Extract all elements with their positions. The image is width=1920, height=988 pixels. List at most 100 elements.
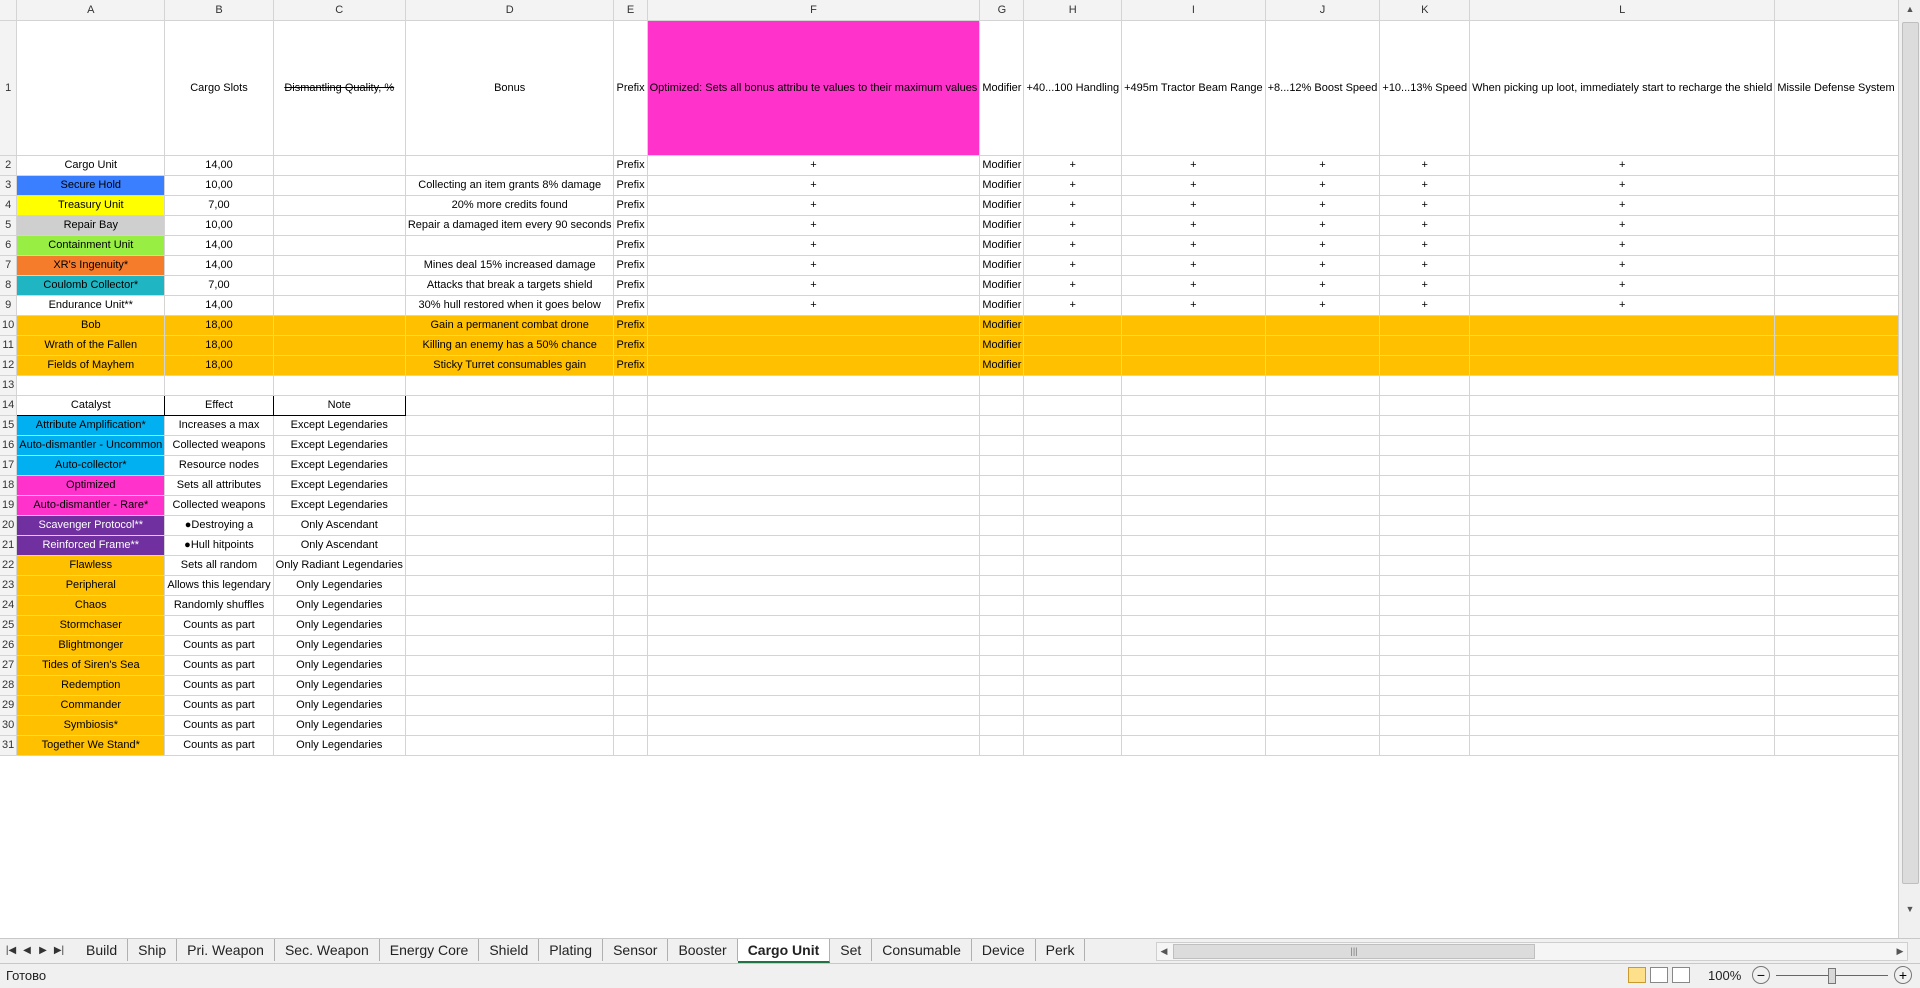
empty-cell[interactable] bbox=[1469, 675, 1776, 696]
empty-cell[interactable] bbox=[1121, 435, 1266, 456]
sheet-tab[interactable]: Set bbox=[830, 939, 873, 961]
empty-cell[interactable] bbox=[1469, 635, 1776, 656]
empty-cell[interactable] bbox=[1469, 515, 1776, 536]
empty-cell[interactable] bbox=[1121, 515, 1266, 536]
empty-cell[interactable] bbox=[1469, 495, 1776, 516]
empty-cell[interactable] bbox=[647, 555, 981, 576]
empty-cell[interactable] bbox=[1379, 575, 1471, 596]
column-header[interactable]: I bbox=[1121, 0, 1266, 21]
empty-cell[interactable] bbox=[647, 655, 981, 676]
empty-cell[interactable] bbox=[979, 595, 1025, 616]
vertical-scroll-thumb[interactable] bbox=[1902, 22, 1919, 884]
empty-cell[interactable] bbox=[1774, 375, 1898, 396]
empty-cell[interactable] bbox=[613, 515, 648, 536]
empty-cell[interactable] bbox=[613, 675, 648, 696]
empty-cell[interactable] bbox=[613, 415, 648, 436]
empty-cell[interactable] bbox=[1121, 735, 1266, 756]
empty-cell[interactable] bbox=[1265, 395, 1381, 416]
cargo-slots-cell[interactable]: 14,00 bbox=[164, 155, 274, 176]
empty-cell[interactable] bbox=[405, 575, 615, 596]
modifier-cell[interactable]: Modifier bbox=[979, 195, 1025, 216]
bonus-cell[interactable]: Mines deal 15% increased damage bbox=[405, 255, 615, 276]
attribute-cell[interactable]: + bbox=[1379, 195, 1471, 216]
normal-view-icon[interactable] bbox=[1628, 967, 1646, 983]
attribute-cell[interactable]: + bbox=[1379, 295, 1471, 316]
prefix-cell[interactable]: Prefix bbox=[613, 235, 648, 256]
empty-cell[interactable] bbox=[1023, 475, 1123, 496]
empty-cell[interactable] bbox=[979, 555, 1025, 576]
attribute-cell[interactable] bbox=[1379, 355, 1471, 376]
empty-cell[interactable] bbox=[647, 715, 981, 736]
empty-cell[interactable] bbox=[613, 615, 648, 636]
empty-cell[interactable] bbox=[1469, 455, 1776, 476]
modifier-cell[interactable]: Modifier bbox=[979, 155, 1025, 176]
attribute-cell[interactable]: + bbox=[1774, 295, 1898, 316]
attribute-cell[interactable]: + bbox=[1121, 235, 1266, 256]
empty-cell[interactable] bbox=[1265, 615, 1381, 636]
dismantling-cell[interactable] bbox=[273, 275, 406, 296]
empty-cell[interactable] bbox=[979, 575, 1025, 596]
sheet-tab[interactable]: Booster bbox=[668, 939, 738, 961]
empty-cell[interactable] bbox=[1265, 415, 1381, 436]
empty-cell[interactable] bbox=[405, 515, 615, 536]
empty-cell[interactable] bbox=[1774, 475, 1898, 496]
scroll-right-icon[interactable]: ▶ bbox=[1893, 943, 1907, 960]
empty-cell[interactable] bbox=[1379, 715, 1471, 736]
note-cell[interactable]: Except Legendaries bbox=[273, 475, 406, 496]
empty-cell[interactable] bbox=[1265, 495, 1381, 516]
empty-cell[interactable] bbox=[647, 535, 981, 556]
bonus-cell[interactable]: Attacks that break a targets shield bbox=[405, 275, 615, 296]
empty-cell[interactable] bbox=[1379, 515, 1471, 536]
unit-name-cell[interactable]: Repair Bay bbox=[16, 215, 166, 236]
header-cell[interactable]: Cargo Slots bbox=[164, 20, 274, 156]
attribute-cell[interactable]: + bbox=[1265, 195, 1381, 216]
empty-cell[interactable] bbox=[1469, 615, 1776, 636]
effect-cell[interactable]: Resource nodes bbox=[164, 455, 274, 476]
attribute-cell[interactable]: + bbox=[1469, 295, 1776, 316]
catalyst-name-cell[interactable]: Auto-dismantler - Uncommon bbox=[16, 435, 166, 456]
attribute-cell[interactable]: + bbox=[1023, 295, 1123, 316]
attribute-cell[interactable]: + bbox=[1121, 255, 1266, 276]
prefix-cell[interactable]: Prefix bbox=[613, 315, 648, 336]
row-header[interactable]: 22 bbox=[0, 555, 18, 576]
empty-cell[interactable] bbox=[1379, 535, 1471, 556]
attribute-cell[interactable] bbox=[1265, 355, 1381, 376]
empty-cell[interactable] bbox=[1121, 595, 1266, 616]
column-header[interactable]: F bbox=[647, 0, 981, 21]
dismantling-cell[interactable] bbox=[273, 315, 406, 336]
optimized-cell[interactable]: + bbox=[647, 215, 981, 236]
bonus-cell[interactable]: Collecting an item grants 8% damage bbox=[405, 175, 615, 196]
catalyst-name-cell[interactable]: Scavenger Protocol** bbox=[16, 515, 166, 536]
modifier-cell[interactable]: Modifier bbox=[979, 335, 1025, 356]
unit-name-cell[interactable]: Treasury Unit bbox=[16, 195, 166, 216]
empty-cell[interactable] bbox=[1774, 395, 1898, 416]
catalyst-name-cell[interactable]: Auto-collector* bbox=[16, 455, 166, 476]
empty-cell[interactable] bbox=[1265, 675, 1381, 696]
sheet-tab[interactable]: Plating bbox=[539, 939, 604, 961]
optimized-cell[interactable]: + bbox=[647, 275, 981, 296]
zoom-in-icon[interactable]: + bbox=[1894, 966, 1912, 984]
sheet-tab[interactable]: Consumable bbox=[872, 939, 972, 961]
attribute-cell[interactable]: + bbox=[1379, 255, 1471, 276]
dismantling-cell[interactable] bbox=[273, 335, 406, 356]
catalyst-name-cell[interactable]: Blightmonger bbox=[16, 635, 166, 656]
prefix-cell[interactable]: Prefix bbox=[613, 335, 648, 356]
note-cell[interactable]: Only Legendaries bbox=[273, 675, 406, 696]
bonus-cell[interactable]: 30% hull restored when it goes below bbox=[405, 295, 615, 316]
sheet-tab[interactable]: Cargo Unit bbox=[737, 939, 831, 963]
empty-cell[interactable] bbox=[1023, 455, 1123, 476]
empty-cell[interactable] bbox=[1774, 675, 1898, 696]
effect-cell[interactable]: ●Hull hitpoints bbox=[164, 535, 274, 556]
note-cell[interactable]: Only Legendaries bbox=[273, 575, 406, 596]
empty-cell[interactable] bbox=[1774, 655, 1898, 676]
empty-cell[interactable] bbox=[1469, 595, 1776, 616]
empty-cell[interactable] bbox=[405, 675, 615, 696]
sheet-tab[interactable]: Pri. Weapon bbox=[177, 939, 275, 961]
attribute-cell[interactable] bbox=[1379, 315, 1471, 336]
empty-cell[interactable] bbox=[1469, 535, 1776, 556]
empty-cell[interactable] bbox=[1023, 635, 1123, 656]
empty-cell[interactable] bbox=[405, 395, 615, 416]
effect-cell[interactable]: Counts as part bbox=[164, 695, 274, 716]
unit-name-cell[interactable]: XR's Ingenuity* bbox=[16, 255, 166, 276]
empty-cell[interactable] bbox=[1023, 735, 1123, 756]
